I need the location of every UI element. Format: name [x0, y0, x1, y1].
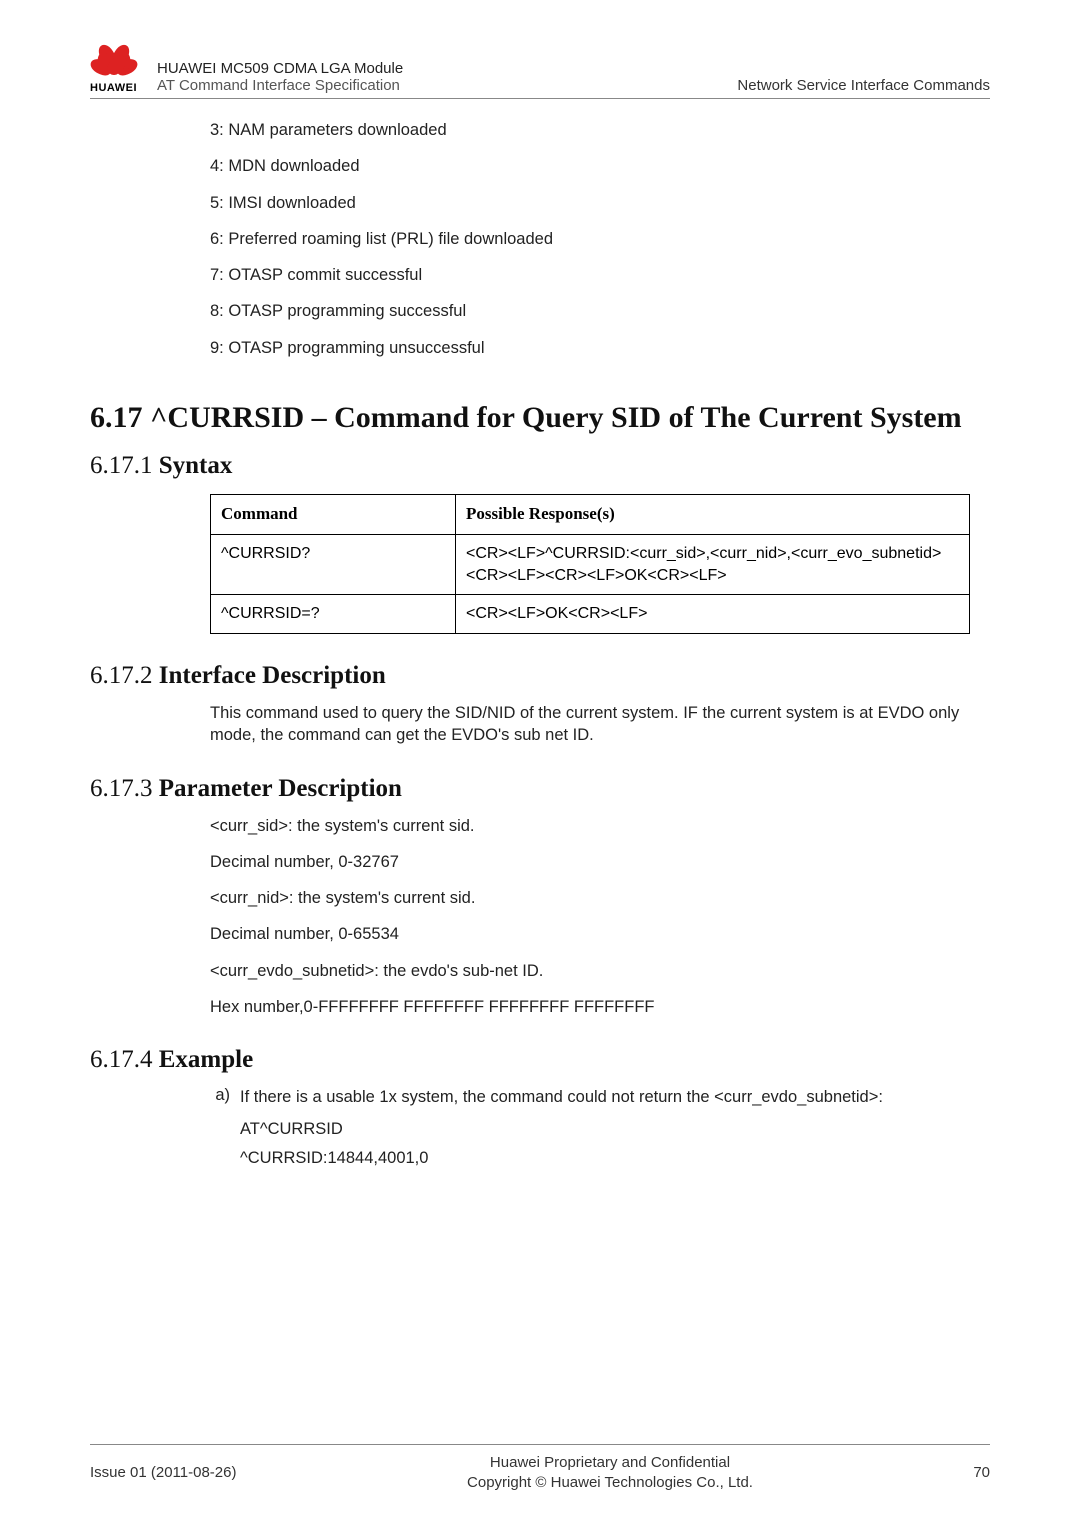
status-item: 6: Preferred roaming list (PRL) file dow… [210, 228, 970, 250]
example-code: AT^CURRSID [240, 1120, 970, 1139]
logo-label: HUAWEI [90, 82, 137, 94]
page-header: HUAWEI HUAWEI MC509 CDMA LGA Module AT C… [90, 40, 990, 99]
heading-number: 6.17.3 [90, 775, 159, 802]
doc-title-line1: HUAWEI MC509 CDMA LGA Module [157, 60, 403, 77]
table-cell-response: <CR><LF>OK<CR><LF> [456, 595, 970, 634]
status-item: 9: OTASP programming unsuccessful [210, 337, 970, 359]
table-header-response: Possible Response(s) [456, 495, 970, 535]
huawei-logo-icon [92, 40, 136, 80]
syntax-table: Command Possible Response(s) ^CURRSID? <… [210, 494, 970, 634]
table-header-row: Command Possible Response(s) [211, 495, 970, 535]
section-heading: 6.17 ^CURRSID – Command for Query SID of… [90, 399, 990, 437]
table-cell-command: ^CURRSID? [211, 535, 456, 595]
heading-label: Syntax [159, 452, 233, 479]
syntax-table-wrap: Command Possible Response(s) ^CURRSID? <… [210, 494, 970, 634]
logo-block: HUAWEI [90, 40, 137, 94]
example-marker: a) [210, 1086, 240, 1108]
subsection-syntax: 6.17.1 Syntax [90, 452, 990, 480]
paragraph: <curr_evdo_subnetid>: the evdo's sub-net… [210, 960, 970, 982]
subsection-example: 6.17.4 Example [90, 1046, 990, 1074]
paragraph: Decimal number, 0-32767 [210, 851, 970, 873]
table-cell-response: <CR><LF>^CURRSID:<curr_sid>,<curr_nid>,<… [456, 535, 970, 595]
table-row: ^CURRSID? <CR><LF>^CURRSID:<curr_sid>,<c… [211, 535, 970, 595]
footer-line1: Huawei Proprietary and Confidential [290, 1453, 930, 1473]
heading-label: Parameter Description [159, 775, 402, 802]
paragraph: <curr_nid>: the system's current sid. [210, 887, 970, 909]
footer-center: Huawei Proprietary and Confidential Copy… [290, 1453, 930, 1494]
subsection-parameter: 6.17.3 Parameter Description [90, 775, 990, 803]
heading-number: 6.17.1 [90, 452, 159, 479]
status-item: 3: NAM parameters downloaded [210, 119, 970, 141]
parameter-body: <curr_sid>: the system's current sid. De… [210, 815, 970, 1019]
status-list: 3: NAM parameters downloaded 4: MDN down… [210, 119, 970, 359]
header-left: HUAWEI MC509 CDMA LGA Module AT Command … [157, 60, 403, 94]
subsection-interface: 6.17.2 Interface Description [90, 662, 990, 690]
heading-number: 6.17.2 [90, 662, 159, 689]
footer-issue: Issue 01 (2011-08-26) [90, 1464, 290, 1481]
heading-label: Interface Description [159, 662, 386, 689]
status-item: 4: MDN downloaded [210, 155, 970, 177]
page-footer: Issue 01 (2011-08-26) Huawei Proprietary… [90, 1444, 990, 1494]
paragraph: This command used to query the SID/NID o… [210, 702, 970, 747]
heading-number: 6.17.4 [90, 1046, 159, 1073]
heading-label: Example [159, 1046, 253, 1073]
paragraph: Decimal number, 0-65534 [210, 923, 970, 945]
status-item: 8: OTASP programming successful [210, 300, 970, 322]
status-item: 7: OTASP commit successful [210, 264, 970, 286]
doc-title-line2: AT Command Interface Specification [157, 77, 403, 94]
table-header-command: Command [211, 495, 456, 535]
example-body: a) If there is a usable 1x system, the c… [210, 1086, 970, 1168]
interface-body: This command used to query the SID/NID o… [210, 702, 970, 747]
footer-page-number: 70 [930, 1464, 990, 1481]
example-text: If there is a usable 1x system, the comm… [240, 1086, 970, 1108]
header-right: Network Service Interface Commands [737, 77, 990, 94]
example-item: a) If there is a usable 1x system, the c… [210, 1086, 970, 1108]
header-text: HUAWEI MC509 CDMA LGA Module AT Command … [157, 60, 990, 94]
example-code: ^CURRSID:14844,4001,0 [240, 1149, 970, 1168]
status-item: 5: IMSI downloaded [210, 192, 970, 214]
paragraph: <curr_sid>: the system's current sid. [210, 815, 970, 837]
table-row: ^CURRSID=? <CR><LF>OK<CR><LF> [211, 595, 970, 634]
paragraph: Hex number,0-FFFFFFFF FFFFFFFF FFFFFFFF … [210, 996, 970, 1018]
footer-line2: Copyright © Huawei Technologies Co., Ltd… [290, 1473, 930, 1493]
table-cell-command: ^CURRSID=? [211, 595, 456, 634]
